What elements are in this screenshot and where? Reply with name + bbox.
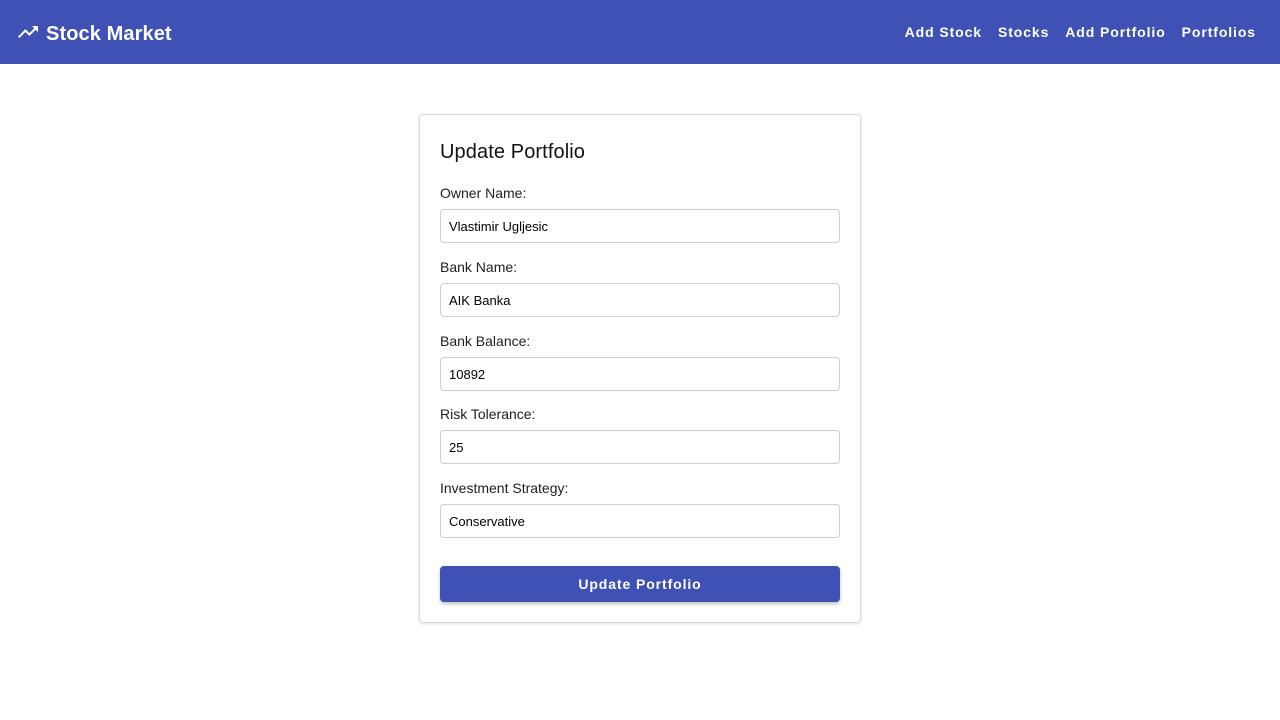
risk-tolerance-field-group: Risk Tolerance: xyxy=(440,406,840,464)
nav-add-portfolio[interactable]: Add Portfolio xyxy=(1057,18,1173,46)
bank-balance-label: Bank Balance: xyxy=(440,333,531,349)
owner-name-label: Owner Name: xyxy=(440,185,527,201)
risk-tolerance-label: Risk Tolerance: xyxy=(440,406,536,422)
bank-balance-input[interactable] xyxy=(440,357,840,391)
app-bar: Stock Market Add Stock Stocks Add Portfo… xyxy=(0,0,1280,64)
risk-tolerance-input[interactable] xyxy=(440,430,840,464)
bank-balance-field-group: Bank Balance: xyxy=(440,333,840,391)
owner-name-input[interactable] xyxy=(440,209,840,243)
brand-link[interactable]: Stock Market xyxy=(16,20,172,45)
trending-up-icon xyxy=(16,20,40,44)
update-portfolio-button[interactable]: Update Portfolio xyxy=(440,566,840,602)
investment-strategy-field-group: Investment Strategy: xyxy=(440,480,840,538)
form-title: Update Portfolio xyxy=(440,141,586,163)
app-title: Stock Market xyxy=(46,22,172,45)
nav-stocks[interactable]: Stocks xyxy=(990,18,1057,46)
nav-portfolios[interactable]: Portfolios xyxy=(1174,18,1264,46)
bank-name-field-group: Bank Name: xyxy=(440,259,840,317)
investment-strategy-label: Investment Strategy: xyxy=(440,480,569,496)
update-portfolio-card: Update Portfolio Owner Name: Bank Name: … xyxy=(419,114,861,623)
bank-name-input[interactable] xyxy=(440,283,840,317)
owner-name-field-group: Owner Name: xyxy=(440,185,840,243)
bank-name-label: Bank Name: xyxy=(440,259,518,275)
investment-strategy-input[interactable] xyxy=(440,504,840,538)
top-nav: Add Stock Stocks Add Portfolio Portfolio… xyxy=(897,18,1264,46)
nav-add-stock[interactable]: Add Stock xyxy=(897,18,990,46)
